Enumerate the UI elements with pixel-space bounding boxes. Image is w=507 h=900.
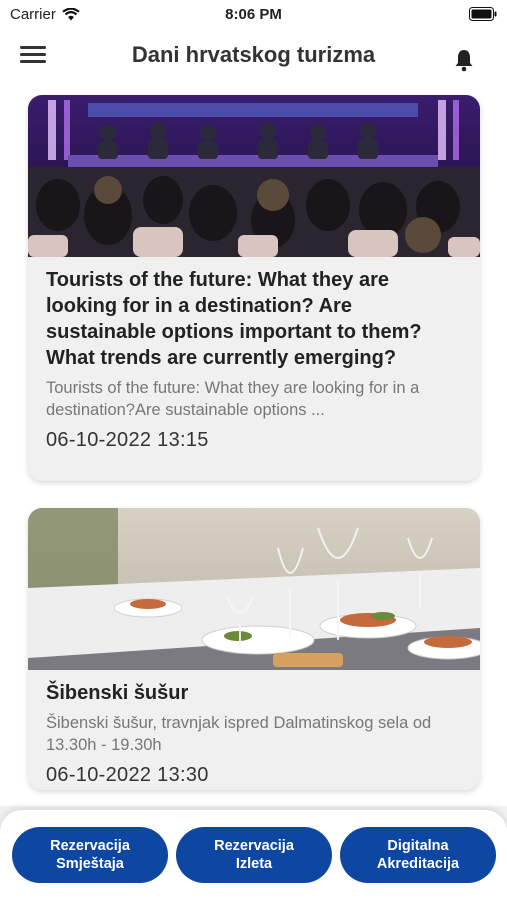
clock: 8:06 PM (225, 6, 282, 23)
news-card-excerpt: Šibenski šušur, travnjak ispred Dalmatin… (46, 714, 432, 754)
button-label-line1: Rezervacija (50, 838, 130, 854)
news-card-title: Šibenski šušur (46, 682, 189, 704)
status-bar: Carrier 8:06 PM (0, 0, 507, 30)
news-feed[interactable]: Tourists of the future: What they are lo… (0, 86, 507, 806)
button-label-line1: Digitalna (387, 838, 449, 854)
news-card-title: Tourists of the future: What they are lo… (46, 269, 422, 369)
news-card-date: 06-10-2022 13:30 (46, 764, 209, 786)
news-card-date: 06-10-2022 13:15 (46, 429, 209, 451)
bottom-action-bar: Rezervacija Smještaja Rezervacija Izleta… (0, 810, 507, 900)
button-label-line2: Izleta (235, 856, 273, 872)
bell-icon[interactable] (453, 48, 475, 72)
conference-image (28, 95, 480, 257)
battery-icon (469, 7, 497, 21)
accommodation-reservation-button[interactable]: Rezervacija Smještaja (12, 827, 168, 883)
button-label-line2: Smještaja (56, 856, 124, 872)
button-label-line2: Akreditacija (376, 856, 460, 872)
news-card[interactable]: Tourists of the future: What they are lo… (28, 95, 480, 481)
banquet-image (28, 508, 480, 670)
digital-accreditation-button[interactable]: Digitalna Akreditacija (340, 827, 496, 883)
app-header: Dani hrvatskog turizma (0, 30, 507, 86)
news-card-excerpt: Tourists of the future: What they are lo… (46, 379, 420, 419)
excursion-reservation-button[interactable]: Rezervacija Izleta (176, 827, 332, 883)
news-card[interactable]: Šibenski šušur Šibenski šušur, travnjak … (28, 508, 480, 790)
button-label-line1: Rezervacija (214, 838, 294, 854)
page-title: Dani hrvatskog turizma (131, 42, 376, 67)
